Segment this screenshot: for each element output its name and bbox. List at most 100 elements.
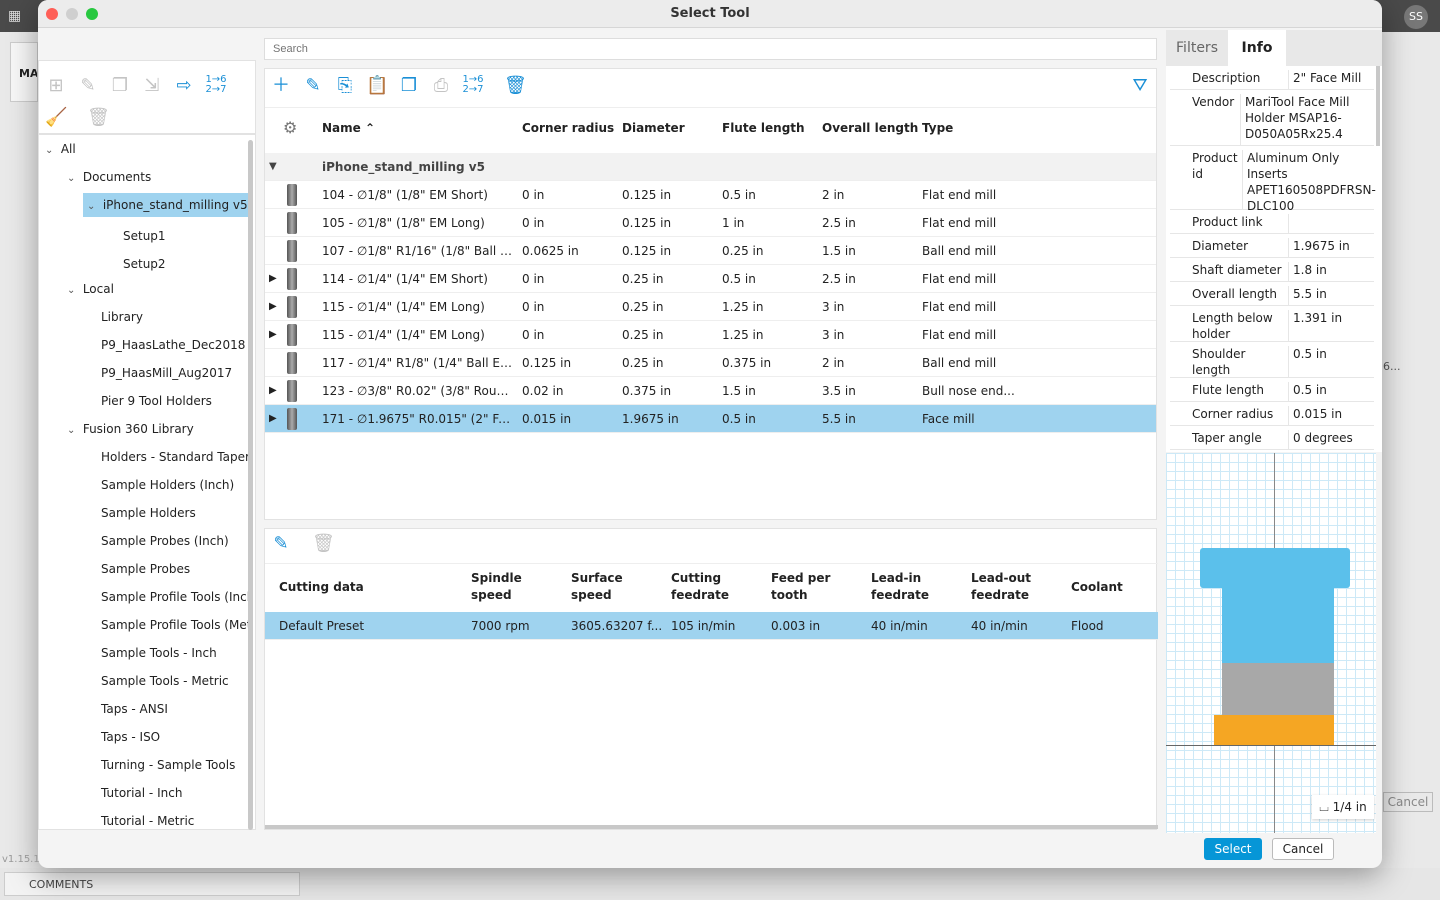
tree-item[interactable]: Turning - Sample Tools xyxy=(39,753,251,777)
renumber-icon[interactable]: 1→6 2→7 xyxy=(205,75,227,97)
cutting-column[interactable]: Coolant xyxy=(1071,579,1166,596)
settings-gear-icon[interactable]: ⚙ xyxy=(283,118,297,137)
expand-arrow-icon[interactable]: ▶ xyxy=(269,405,277,433)
table-row[interactable]: 104 - ∅1/8" (1/8" EM Short) 0 in 0.125 in 0… xyxy=(265,181,1156,209)
tree-item[interactable]: Library xyxy=(39,305,251,329)
tree-item[interactable]: P9_HaasLathe_Dec2018 xyxy=(39,333,251,357)
paste-tool-icon[interactable]: 📋 xyxy=(366,75,388,97)
tree-item[interactable]: P9_HaasMill_Aug2017 xyxy=(39,361,251,385)
expand-arrow-icon[interactable]: ▶ xyxy=(269,265,277,293)
tree-item[interactable]: Holders - Standard Taper Blanks xyxy=(39,445,251,469)
tree-item[interactable]: Sample Probes (Inch) xyxy=(39,529,251,553)
cutting-column[interactable]: Lead-out feedrate xyxy=(971,570,1066,604)
chevron-down-icon[interactable]: ⌄ xyxy=(67,167,79,189)
tree-item[interactable]: ⌄ iPhone_stand_milling v5 xyxy=(83,193,249,217)
delete-tool-icon[interactable]: 🗑 xyxy=(504,75,527,97)
tree-item-label: Taps - ISO xyxy=(101,730,161,744)
close-window-button[interactable] xyxy=(46,8,58,20)
tree-item[interactable]: Tutorial - Metric xyxy=(39,809,251,829)
cutting-column[interactable]: Feed per tooth xyxy=(771,570,866,604)
print-icon[interactable]: ⎙ xyxy=(430,75,452,97)
delete-icon[interactable]: 🗑 xyxy=(87,107,110,129)
tab-info[interactable]: Info xyxy=(1228,30,1286,66)
tree-item[interactable]: Sample Profile Tools (Metric) xyxy=(39,613,251,637)
table-row[interactable]: ▶ 123 - ∅3/8" R0.02" (3/8" Rough... 0.02 i… xyxy=(265,377,1156,405)
expand-arrow-icon[interactable]: ▶ xyxy=(269,321,277,349)
tree-item[interactable]: ⌄ Fusion 360 Library xyxy=(39,417,251,441)
cutting-column[interactable]: Cutting data xyxy=(279,579,459,596)
tree-item[interactable]: Taps - ANSI xyxy=(39,697,251,721)
tree-scrollbar[interactable] xyxy=(248,140,253,830)
column-diameter[interactable]: Diameter xyxy=(622,121,685,135)
chevron-down-icon[interactable]: ⌄ xyxy=(87,195,99,217)
cutting-column[interactable]: Spindle speed xyxy=(471,570,566,604)
renumber-tools-icon[interactable]: 1→6 2→7 xyxy=(462,75,484,97)
copy-tool-icon[interactable]: ⎘ xyxy=(334,75,356,97)
cutting-column[interactable]: Lead-in feedrate xyxy=(871,570,966,604)
expand-arrow-icon[interactable]: ▶ xyxy=(269,293,277,321)
scale-label: 1/4 in xyxy=(1332,800,1367,814)
table-row[interactable]: 117 - ∅1/4" R1/8" (1/4" Ball EM ... 0.125… xyxy=(265,349,1156,377)
table-row[interactable]: ▶ 171 - ∅1.9675" R0.015" (2" Face... 0.015… xyxy=(265,405,1156,433)
cutting-column[interactable]: Cutting feedrate xyxy=(671,570,766,604)
table-row[interactable]: 107 - ∅1/8" R1/16" (1/8" Ball E... 0.0625… xyxy=(265,237,1156,265)
tree-item[interactable]: Sample Holders (Inch) xyxy=(39,473,251,497)
tree-item[interactable]: Setup2 xyxy=(39,252,251,276)
edit-icon[interactable]: ✎ xyxy=(77,75,99,97)
table-row[interactable]: ▶ 115 - ∅1/4" (1/4" EM Long) 0 in 0.25 in 1.… xyxy=(265,321,1156,349)
info-scrollbar[interactable] xyxy=(1376,66,1380,146)
tree-item[interactable]: Tutorial - Inch xyxy=(39,781,251,805)
zoom-window-button[interactable] xyxy=(86,8,98,20)
cancel-button[interactable]: Cancel xyxy=(1272,838,1334,860)
column-name[interactable]: Name ⌃ xyxy=(322,121,375,135)
minimize-window-button[interactable] xyxy=(66,8,78,20)
clear-filter-icon[interactable]: ⛛ xyxy=(1129,75,1151,97)
cleanup-icon[interactable]: 🧹 xyxy=(45,107,67,129)
cell-dia: 0.375 in xyxy=(622,384,672,398)
chevron-down-icon[interactable]: ⌄ xyxy=(45,139,57,161)
tree-item[interactable]: ⌄ All xyxy=(39,137,251,161)
edit-tool-icon[interactable]: ✎ xyxy=(302,75,324,97)
select-button[interactable]: Select xyxy=(1204,838,1262,860)
column-flute-length[interactable]: Flute length xyxy=(722,121,805,135)
preset-row[interactable]: Default Preset 7000 rpm 3605.63207 f... 105… xyxy=(265,612,1158,640)
tree-item[interactable]: Pier 9 Tool Holders xyxy=(39,389,251,413)
tree-item[interactable]: Taps - ISO xyxy=(39,725,251,749)
table-row[interactable]: ▶ 114 - ∅1/4" (1/4" EM Short) 0 in 0.25 in 0… xyxy=(265,265,1156,293)
cell-dia: 0.125 in xyxy=(622,216,672,230)
duplicate-icon[interactable]: ❐ xyxy=(109,75,131,97)
app-grid-icon[interactable]: ▦ xyxy=(8,8,21,24)
column-overall-length[interactable]: Overall length xyxy=(822,121,918,135)
add-tool-icon[interactable]: ＋ xyxy=(270,75,292,97)
tree-item[interactable]: ⌄ Local xyxy=(39,277,251,301)
search-input[interactable] xyxy=(264,38,1157,60)
cutting-column[interactable]: Surface speed xyxy=(571,570,666,604)
group-row[interactable]: ▼ iPhone_stand_milling v5 xyxy=(265,153,1156,181)
table-row[interactable]: 105 - ∅1/8" (1/8" EM Long) 0 in 0.125 in 1 … xyxy=(265,209,1156,237)
column-corner-radius[interactable]: Corner radius xyxy=(522,121,614,135)
tree-item[interactable]: Sample Probes xyxy=(39,557,251,581)
edit-preset-icon[interactable]: ✎ xyxy=(270,533,292,555)
chevron-down-icon[interactable]: ⌄ xyxy=(67,419,79,441)
tree-item[interactable]: Sample Tools - Metric xyxy=(39,669,251,693)
tab-bar: Filters Info xyxy=(1166,30,1382,66)
tree-item[interactable]: Sample Profile Tools (Inch) xyxy=(39,585,251,609)
tree-item[interactable]: ⌄ Documents xyxy=(39,165,251,189)
tree-item[interactable]: Sample Holders xyxy=(39,501,251,525)
chevron-down-icon[interactable]: ▼ xyxy=(269,153,277,181)
chevron-down-icon[interactable]: ⌄ xyxy=(67,279,79,301)
tree-item[interactable]: Sample Tools - Inch xyxy=(39,641,251,665)
horizontal-scrollbar[interactable] xyxy=(265,825,1158,829)
expand-arrow-icon[interactable]: ▶ xyxy=(269,377,277,405)
tab-filters[interactable]: Filters xyxy=(1166,30,1228,66)
comments-panel[interactable]: COMMENTS xyxy=(4,872,300,896)
new-folder-icon[interactable]: ⊞ xyxy=(45,75,67,97)
export-icon[interactable]: ⇨ xyxy=(173,75,195,97)
delete-preset-icon[interactable]: 🗑 xyxy=(312,533,335,555)
tree-item[interactable]: Setup1 xyxy=(39,224,251,248)
avatar[interactable]: SS xyxy=(1404,5,1428,29)
column-type[interactable]: Type xyxy=(922,121,953,135)
import-icon[interactable]: ⇲ xyxy=(141,75,163,97)
duplicate-tool-icon[interactable]: ❐ xyxy=(398,75,420,97)
table-row[interactable]: ▶ 115 - ∅1/4" (1/4" EM Long) 0 in 0.25 in 1.… xyxy=(265,293,1156,321)
